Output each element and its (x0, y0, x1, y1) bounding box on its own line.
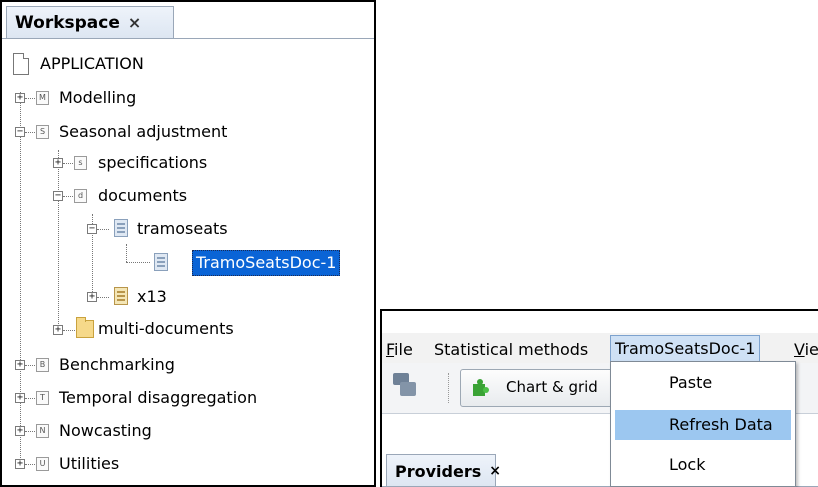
menu-text: iew (804, 340, 818, 359)
workspace-tab-strip: Workspace × (2, 2, 374, 39)
modelling-badge-icon: M (36, 91, 49, 105)
menu-bar: File Statistical methods TramoSeatsDoc-1… (382, 333, 818, 363)
tree-item-seasonal-adjustment[interactable]: Seasonal adjustment (59, 122, 227, 142)
collapse-icon[interactable]: − (15, 127, 25, 137)
tree-connector (126, 262, 150, 263)
tree-connector (25, 365, 35, 366)
tree-item-application[interactable]: APPLICATION (40, 54, 144, 74)
menu-item-paste[interactable]: Paste (615, 368, 791, 398)
expand-icon[interactable]: + (53, 158, 63, 168)
documents-badge-icon: d (74, 189, 87, 203)
tree-connector (58, 150, 59, 330)
tree-connector (25, 431, 35, 432)
tab-providers[interactable]: Providers × (386, 454, 501, 487)
monitor-shape (400, 382, 416, 396)
tree-item-multi-documents[interactable]: multi-documents (98, 319, 234, 339)
expand-icon[interactable]: + (15, 459, 25, 469)
temporal-badge-icon: T (36, 391, 49, 405)
document-icon (154, 253, 168, 271)
tree-item-x13[interactable]: x13 (137, 287, 167, 307)
tree-item-temporal-disaggregation[interactable]: Temporal disaggregation (59, 388, 257, 408)
expand-icon[interactable]: + (15, 360, 25, 370)
close-icon[interactable]: × (128, 13, 141, 32)
tab-workspace[interactable]: Workspace × (6, 6, 174, 38)
tree-item-modelling[interactable]: Modelling (59, 88, 136, 108)
tree-connector (25, 132, 35, 133)
expand-icon[interactable]: + (53, 325, 63, 335)
puzzle-icon (471, 378, 491, 398)
tree-connector (126, 244, 127, 262)
tree-item-utilities[interactable]: Utilities (59, 454, 119, 474)
nowcasting-badge-icon: N (36, 424, 49, 438)
menu-item-lock[interactable]: Lock (615, 450, 791, 480)
chart-grid-label: Chart & grid (506, 378, 598, 396)
tree-connector (63, 163, 73, 164)
menu-text: ile (394, 340, 413, 359)
menu-file[interactable]: File (386, 337, 413, 363)
menu-item-refresh-data[interactable]: Refresh Data (615, 410, 791, 440)
collapse-icon[interactable]: − (53, 191, 63, 201)
tree-connector (97, 297, 109, 298)
tramoseatsdoc-menu-dropdown: Paste Refresh Data Lock (610, 361, 796, 487)
utilities-badge-icon: U (36, 457, 49, 471)
tree-item-tramoseats[interactable]: tramoseats (137, 219, 228, 239)
close-icon[interactable]: × (489, 463, 501, 479)
menu-view[interactable]: View (794, 337, 818, 363)
tree-item-documents[interactable]: documents (98, 186, 187, 206)
tree-connector (25, 464, 35, 465)
computer-icon[interactable] (393, 373, 417, 399)
tree-connector (63, 196, 73, 197)
specifications-badge-icon: s (74, 156, 87, 170)
menu-statistical-methods[interactable]: Statistical methods (434, 337, 588, 363)
toolbar-separator (448, 373, 449, 403)
tree-connector (63, 330, 75, 331)
workspace-panel: Workspace × APPLICATION + M Modelling − … (0, 0, 376, 487)
expand-icon[interactable]: + (87, 292, 97, 302)
expand-icon[interactable]: + (15, 393, 25, 403)
mnemonic: V (794, 340, 805, 359)
collapse-icon[interactable]: − (87, 224, 97, 234)
menu-tramoseatsdoc-1[interactable]: TramoSeatsDoc-1 (610, 335, 761, 363)
tree-item-tramoseatsdoc-1[interactable]: TramoSeatsDoc-1 (192, 250, 341, 276)
providers-tab-title: Providers (395, 461, 482, 481)
tree-item-specifications[interactable]: specifications (98, 153, 207, 173)
workspace-tab-title: Workspace (15, 12, 120, 33)
expand-icon[interactable]: + (15, 426, 25, 436)
seasonal-badge-icon: S (36, 125, 49, 139)
mnemonic: F (386, 340, 395, 359)
chart-grid-button[interactable]: Chart & grid (460, 369, 630, 407)
folder-icon (76, 317, 94, 338)
tree-item-benchmarking[interactable]: Benchmarking (59, 355, 175, 375)
tree-connector (25, 98, 35, 99)
tree-item-nowcasting[interactable]: Nowcasting (59, 421, 152, 441)
expand-icon[interactable]: + (15, 93, 25, 103)
benchmarking-badge-icon: B (36, 358, 49, 372)
tree-connector (20, 92, 21, 460)
page-icon (13, 53, 29, 75)
document-icon (114, 219, 128, 237)
tree-connector (97, 229, 109, 230)
document-icon (114, 287, 128, 305)
tree-connector (25, 398, 35, 399)
